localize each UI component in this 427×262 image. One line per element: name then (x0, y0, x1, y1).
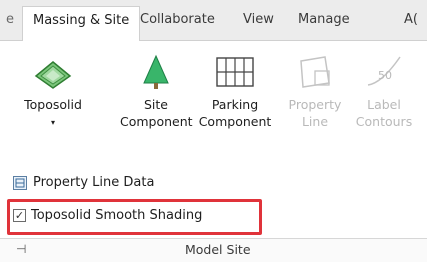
property-line-icon (285, 52, 345, 92)
label-contours-icon: 50 (350, 52, 418, 92)
toposolid-icon (20, 52, 86, 92)
property-line-button[interactable]: Property Line (285, 52, 345, 130)
smooth-shading-label: Toposolid Smooth Shading (31, 208, 203, 223)
toposolid-label: Toposolid (24, 97, 82, 112)
tab-collaborate[interactable]: Collaborate (140, 12, 215, 27)
toposolid-dropdown-caret[interactable]: ▾ (20, 114, 86, 131)
tab-partial-left[interactable]: e (6, 12, 14, 27)
label-contours-label-2: Contours (355, 114, 413, 129)
property-line-label-2: Line (301, 114, 329, 129)
tab-partial-right[interactable]: A( (404, 12, 418, 27)
tab-view[interactable]: View (243, 12, 274, 27)
site-component-button[interactable]: Site Component (120, 52, 193, 130)
panel-title[interactable]: Model Site (185, 242, 251, 257)
pin-icon[interactable]: ⊣ (16, 242, 26, 256)
property-line-label-1: Property (288, 97, 342, 112)
parking-component-label-1: Parking (211, 97, 259, 112)
property-line-data-label: Property Line Data (33, 175, 155, 190)
site-component-label-1: Site (144, 97, 168, 112)
tree-icon (120, 52, 192, 92)
property-line-data-item[interactable]: Property Line Data (13, 175, 154, 190)
parking-grid-icon (196, 52, 274, 92)
tab-manage[interactable]: Manage (298, 12, 350, 27)
site-component-label-2: Component (120, 114, 193, 129)
smooth-shading-item[interactable]: ✓ Toposolid Smooth Shading (13, 208, 202, 223)
property-line-data-icon (13, 175, 27, 190)
toposolid-button[interactable]: Toposolid ▾ (20, 52, 86, 131)
panel-footer: ⊣ Model Site (0, 238, 427, 262)
label-contours-label-1: Label (367, 97, 401, 112)
parking-component-label-2: Component (198, 114, 272, 129)
tab-massing-site[interactable]: Massing & Site (22, 6, 141, 41)
smooth-shading-checkbox[interactable]: ✓ (13, 209, 26, 222)
svg-text:50: 50 (378, 69, 392, 82)
ribbon-tab-bar: e Massing & Site Collaborate View Manage… (0, 0, 427, 41)
label-contours-button[interactable]: 50 Label Contours (350, 52, 418, 130)
parking-component-button[interactable]: Parking Component (196, 52, 274, 130)
